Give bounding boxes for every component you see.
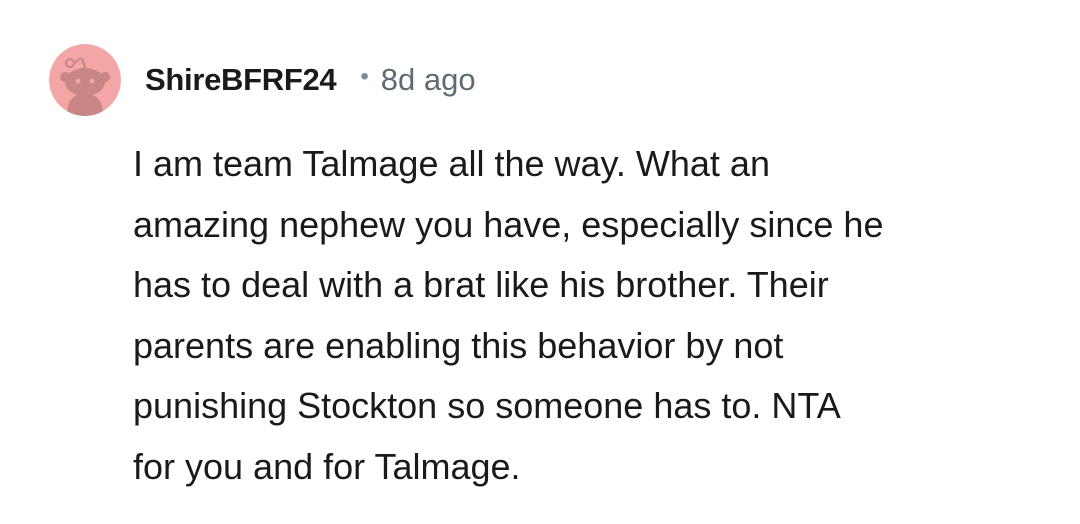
separator-dot: • <box>360 63 369 90</box>
comment-body-line: I am team Talmage all the way. What an <box>133 143 770 184</box>
comment-body-line: punishing Stockton so someone has to. NT… <box>133 385 841 426</box>
avatar[interactable] <box>49 44 121 116</box>
comment-body-line: parents are enabling this behavior by no… <box>133 324 784 366</box>
comment-header: ShireBFRF24 • 8d ago <box>145 58 476 102</box>
comment-body-line: amazing nephew you have, especially sinc… <box>133 203 884 245</box>
comment-body-line: for you and for Talmage. <box>133 445 521 487</box>
snoo-avatar-icon <box>49 44 121 116</box>
timestamp: 8d ago <box>380 62 476 97</box>
comment-body: I am team Talmage all the way. What an a… <box>133 134 1033 497</box>
username[interactable]: ShireBFRF24 <box>145 62 337 98</box>
comment-body-line: has to deal with a brat like his brother… <box>133 264 829 305</box>
comment: ShireBFRF24 • 8d ago I am team Talmage a… <box>0 0 1080 524</box>
